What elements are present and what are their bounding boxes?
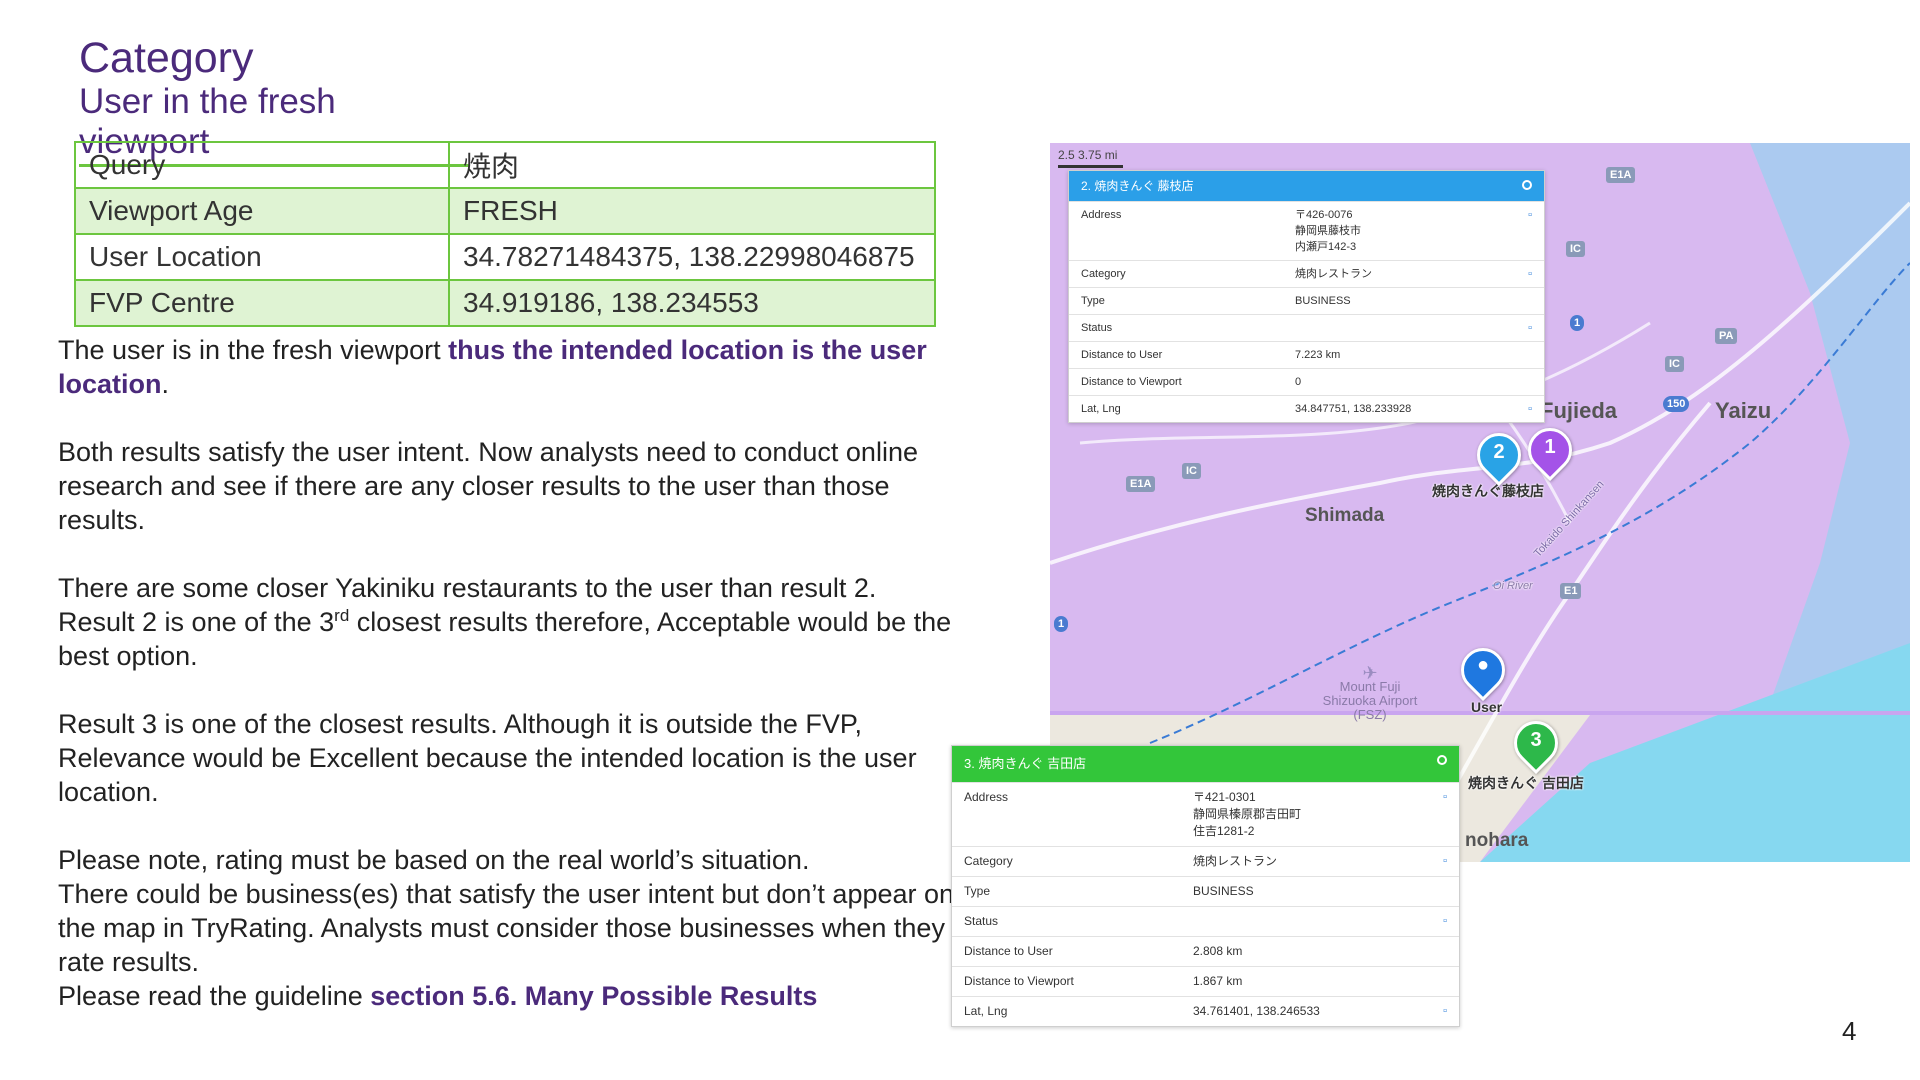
detail-row: Category 焼肉レストラン ▫: [1069, 260, 1544, 288]
result-2-marker-number: 2: [1493, 441, 1505, 463]
airplane-icon: ✈: [1362, 663, 1378, 683]
paragraph-note-businesses: There could be business(es) that satisfy…: [58, 879, 955, 977]
table-value: 焼肉: [448, 141, 936, 189]
copy-icon[interactable]: ▫: [1421, 906, 1459, 937]
table-value: 34.78271484375, 138.22998046875: [448, 233, 936, 281]
table-key: FVP Centre: [74, 279, 450, 327]
table-key: Query: [74, 141, 450, 189]
city-label-yaizu: Yaizu: [1715, 398, 1772, 423]
explanation-text: The user is in the fresh viewport thus t…: [58, 333, 958, 1013]
copy-icon[interactable]: ▫: [1506, 395, 1544, 422]
detail-row: Lat, Lng 34.847751, 138.233928 ▫: [1069, 395, 1544, 422]
route-shield: IC: [1566, 241, 1585, 257]
map-scale-label: 2.5 3.75 mi: [1058, 148, 1118, 162]
airport-label: ✈ Mount Fuji Shizuoka Airport (FSZ): [1315, 663, 1425, 722]
route-shield: E1A: [1606, 167, 1636, 183]
map-scale-bar: [1058, 165, 1123, 168]
result-3-marker-number: 3: [1530, 729, 1542, 751]
route-shield: 1: [1054, 616, 1069, 632]
paragraph-result-2: There are some closer Yakiniku restauran…: [58, 573, 952, 671]
detail-row: Address 〒421-0301 静岡県榛原郡吉田町 住吉1281-2 ▫: [952, 782, 1459, 847]
table-value: FRESH: [448, 187, 936, 235]
close-icon[interactable]: [1522, 180, 1532, 190]
route-shield: 1: [1570, 315, 1585, 331]
detail-row: Status ▫: [952, 906, 1459, 937]
detail-row: Distance to Viewport 1.867 km: [952, 966, 1459, 997]
city-label-makinohara: nohara: [1465, 830, 1529, 851]
detail-row: Type BUSINESS: [952, 876, 1459, 907]
copy-icon[interactable]: ▫: [1506, 201, 1544, 261]
route-shield: IC: [1182, 463, 1201, 479]
detail-row: Type BUSINESS: [1069, 287, 1544, 315]
paragraph-result-3: Result 3 is one of the closest results. …: [58, 709, 917, 807]
route-shield: E1A: [1126, 476, 1156, 492]
route-shield: E1: [1560, 583, 1582, 599]
copy-icon[interactable]: ▫: [1421, 846, 1459, 877]
result-3-marker-label: 焼肉きんぐ 吉田店: [1468, 775, 1584, 791]
table-key: Viewport Age: [74, 187, 450, 235]
paragraph-intended-location: The user is in the fresh viewport thus t…: [58, 335, 927, 399]
user-icon: ●: [1476, 654, 1490, 676]
route-shield: 150: [1663, 396, 1690, 412]
copy-icon[interactable]: ▫: [1506, 260, 1544, 288]
result-3-popup: 3. 焼肉きんぐ 吉田店 Address 〒421-0301 静岡県榛原郡吉田町住…: [951, 745, 1460, 1027]
result-3-popup-header: 3. 焼肉きんぐ 吉田店: [952, 746, 1459, 782]
table-key: User Location: [74, 233, 450, 281]
detail-row: Category 焼肉レストラン ▫: [952, 846, 1459, 877]
river-label: Oi River: [1493, 580, 1533, 592]
city-label-fujieda: Fujieda: [1540, 398, 1618, 423]
table-row: Viewport Age FRESH: [74, 187, 936, 235]
slide-title: Category: [79, 34, 254, 82]
paragraph-note: Please note, rating must be based on the…: [58, 845, 810, 875]
table-value: 34.919186, 138.234553: [448, 279, 936, 327]
detail-row: Lat, Lng 34.761401, 138.246533 ▫: [952, 996, 1459, 1026]
result-2-marker-label: 焼肉きんぐ藤枝店: [1432, 483, 1544, 499]
copy-icon[interactable]: ▫: [1421, 996, 1459, 1026]
result-2-popup: 2. 焼肉きんぐ 藤枝店 Address 〒426-0076 静岡県藤枝市 内瀬戸1…: [1068, 170, 1545, 423]
user-marker-label: User: [1471, 699, 1503, 715]
detail-row: Distance to Viewport 0: [1069, 368, 1544, 396]
copy-icon[interactable]: ▫: [1421, 782, 1459, 847]
paragraph-online-research: Both results satisfy the user intent. No…: [58, 437, 918, 535]
close-icon[interactable]: [1437, 755, 1447, 765]
table-row: Query 焼肉: [74, 141, 936, 189]
page-number: 4: [1842, 1016, 1857, 1046]
result-2-popup-header: 2. 焼肉きんぐ 藤枝店: [1069, 171, 1544, 201]
copy-icon[interactable]: ▫: [1506, 314, 1544, 342]
result-1-marker-number: 1: [1544, 436, 1556, 458]
guideline-section-link: section 5.6. Many Possible Results: [370, 981, 818, 1011]
detail-row: Address 〒426-0076 静岡県藤枝市 内瀬戸142-3 ▫: [1069, 201, 1544, 261]
detail-row: Distance to User 7.223 km: [1069, 341, 1544, 369]
route-shield: IC: [1665, 356, 1684, 372]
query-info-table: Query 焼肉 Viewport Age FRESH User Locatio…: [74, 141, 936, 327]
paragraph-guideline: Please read the guideline section 5.6. M…: [58, 981, 818, 1011]
table-row: User Location 34.78271484375, 138.229980…: [74, 233, 936, 281]
detail-row: Distance to User 2.808 km: [952, 936, 1459, 967]
table-row: FVP Centre 34.919186, 138.234553: [74, 279, 936, 327]
route-shield: PA: [1715, 328, 1738, 344]
detail-row: Status ▫: [1069, 314, 1544, 342]
city-label-shimada: Shimada: [1305, 505, 1385, 526]
